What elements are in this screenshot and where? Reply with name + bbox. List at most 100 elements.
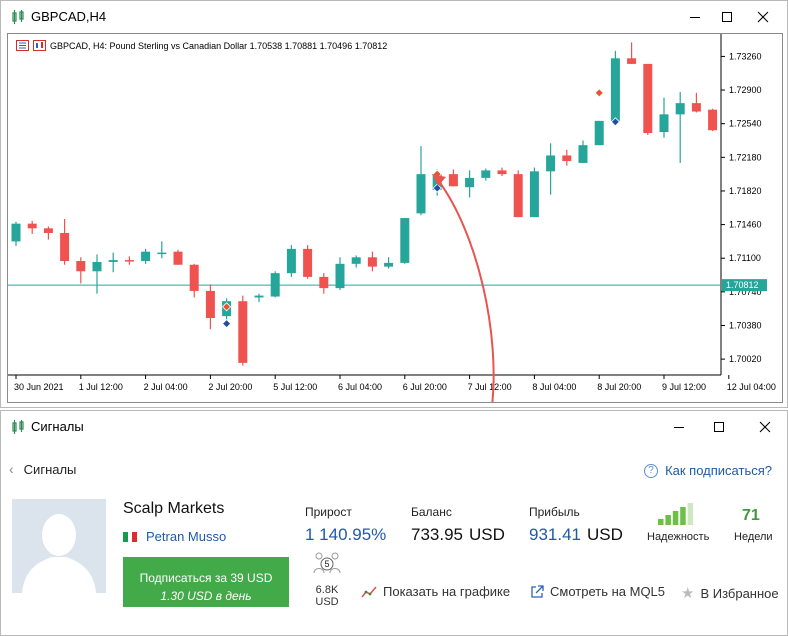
reliability-label: Надежность <box>647 531 710 543</box>
close-icon <box>757 11 769 23</box>
chart-trade-icon <box>33 40 46 51</box>
candle-body <box>43 228 53 233</box>
view-on-mql5-action[interactable]: Смотреть на MQL5 <box>530 584 665 599</box>
back-navigation[interactable]: ‹ Сигналы <box>9 461 76 477</box>
candle-body <box>708 109 718 131</box>
x-tick-label: 30 Jun 2021 <box>14 382 64 392</box>
reliability-bar <box>658 519 664 525</box>
y-tick-label: 1.72900 <box>729 85 762 95</box>
x-tick-label: 8 Jul 20:00 <box>597 382 641 392</box>
candle-body <box>351 257 361 264</box>
subscribe-button[interactable]: Подписаться за 39 USD 1.30 USD в день <box>123 557 289 607</box>
candle-body <box>11 223 21 242</box>
reliability-bar <box>672 511 679 525</box>
line-chart-icon <box>361 586 377 597</box>
external-link-icon <box>531 584 544 598</box>
maximize-button[interactable] <box>705 415 733 439</box>
candle-body <box>173 251 183 265</box>
candle-body <box>546 155 556 172</box>
price-chart[interactable]: 1.73260 1.72900 1.72540 1.72180 1.71820 1.714… <box>7 33 783 403</box>
chart-titlebar[interactable]: GBPCAD,H4 <box>1 1 787 33</box>
annotation-arrow <box>437 179 495 402</box>
signals-window-title: Сигналы <box>31 419 84 434</box>
y-tick-label: 1.71100 <box>729 253 761 263</box>
balance-value: 733.95 <box>411 525 463 544</box>
chart-list-icon <box>16 40 29 51</box>
signals-titlebar[interactable]: Сигналы <box>1 411 787 443</box>
candle-body <box>610 58 620 121</box>
candle-body <box>562 155 572 162</box>
back-label[interactable]: Сигналы <box>24 462 77 477</box>
candlestick-app-icon <box>12 10 24 24</box>
x-tick-label: 2 Jul 20:00 <box>208 382 252 392</box>
close-button[interactable] <box>749 5 777 29</box>
y-tick-label: 1.70020 <box>729 354 762 364</box>
x-tick-label: 1 Jul 12:00 <box>79 382 123 392</box>
balance-currency: USD <box>469 525 505 544</box>
candle-body <box>416 174 426 214</box>
y-tick-label: 1.72540 <box>729 119 762 129</box>
close-button[interactable] <box>751 415 779 439</box>
show-on-chart-action[interactable]: Показать на графике <box>361 584 510 599</box>
profit-value-row: 931.41 USD <box>529 525 623 545</box>
candle-body <box>60 232 70 262</box>
candle-body <box>384 262 394 267</box>
subscribe-daily-price: 1.30 USD в день <box>160 589 252 603</box>
candle-body <box>481 170 491 178</box>
how-to-subscribe-link[interactable]: ? Как подписаться? <box>644 463 772 478</box>
candle-body <box>141 251 151 262</box>
candle-body <box>76 261 86 272</box>
candle-body <box>319 276 329 289</box>
close-icon <box>759 421 771 433</box>
reliability-bars <box>658 503 694 525</box>
star-icon: ★ <box>681 585 695 602</box>
y-tick-label: 1.72180 <box>729 152 762 162</box>
author-link[interactable]: Petran Musso <box>123 529 226 544</box>
view-on-mql5-label[interactable]: Смотреть на MQL5 <box>550 584 665 599</box>
how-to-subscribe-label[interactable]: Как подписаться? <box>665 463 772 478</box>
y-tick-label: 1.70380 <box>729 320 762 330</box>
candle-body <box>513 174 523 218</box>
candle-body <box>270 273 280 297</box>
maximize-button[interactable] <box>713 5 741 29</box>
author-name[interactable]: Petran Musso <box>146 529 226 544</box>
x-tick-label: 7 Jul 12:00 <box>468 382 512 392</box>
candle-body <box>124 260 134 262</box>
favorites-label[interactable]: В Избранное <box>700 586 778 601</box>
candle-body <box>400 218 410 263</box>
minimize-icon <box>690 17 700 18</box>
weeks-value: 71 <box>742 507 760 524</box>
candle-body <box>335 263 345 289</box>
profit-value: 931.41 <box>529 525 581 544</box>
candle-body <box>643 63 653 134</box>
chart-symbol-info: GBPCAD, H4: Pound Sterling vs Canadian D… <box>50 40 388 51</box>
candle-body <box>448 174 458 187</box>
subscribers-info: 5 6.8K USD <box>304 551 350 608</box>
current-price-label: 1.70812 <box>726 280 759 290</box>
x-tick-label: 6 Jul 20:00 <box>403 382 447 392</box>
subscribers-count: 5 <box>324 559 329 569</box>
balance-value-row: 733.95 USD <box>411 525 505 545</box>
candle-body <box>367 257 377 267</box>
x-tick-label: 6 Jul 04:00 <box>338 382 382 392</box>
chart-header: GBPCAD, H4: Pound Sterling vs Canadian D… <box>16 40 387 51</box>
user-silhouette-icon <box>22 514 96 593</box>
show-on-chart-label[interactable]: Показать на графике <box>383 584 510 599</box>
subscribers-icon: 5 <box>313 552 341 574</box>
minimize-button[interactable] <box>681 5 709 29</box>
x-tick-label: 2 Jul 04:00 <box>144 382 188 392</box>
candle-body <box>691 103 701 112</box>
growth-label: Прирост <box>305 505 352 519</box>
growth-value: 1 140.95% <box>305 525 387 544</box>
chevron-left-icon[interactable]: ‹ <box>9 461 14 477</box>
candlestick-chart[interactable]: 1.73260 1.72900 1.72540 1.72180 1.71820 1.714… <box>8 34 782 402</box>
maximize-icon <box>722 12 732 22</box>
minimize-button[interactable] <box>665 415 693 439</box>
help-icon: ? <box>644 463 659 478</box>
candle-body <box>497 170 507 175</box>
add-to-favorites-action[interactable]: ★ В Избранное <box>681 584 779 602</box>
candle-body <box>465 177 475 188</box>
reliability-bar <box>687 503 694 525</box>
signal-name[interactable]: Scalp Markets <box>123 500 224 518</box>
candle-body <box>303 248 313 277</box>
